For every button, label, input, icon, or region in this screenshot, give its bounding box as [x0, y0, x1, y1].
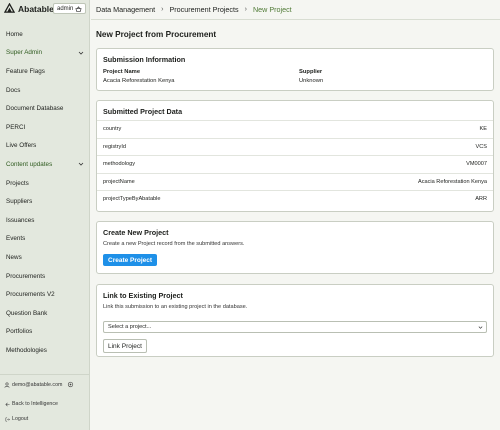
sidebar-item-events[interactable]: Events	[0, 230, 90, 249]
page-title: New Project from Procurement	[96, 30, 217, 39]
submission-info-card: Submission Information Project Name Acac…	[96, 48, 494, 91]
breadcrumb-data-management[interactable]: Data Management	[96, 5, 155, 14]
user-email: demo@abatable.com	[12, 381, 63, 388]
sidebar-item-label: Methodologies	[6, 346, 47, 354]
sidebar-item-news[interactable]: News	[0, 248, 90, 267]
sidebar-item-label: Home	[6, 30, 23, 38]
user-row: demo@abatable.com	[4, 381, 74, 388]
breadcrumb-procurement-projects[interactable]: Procurement Projects	[169, 5, 238, 14]
field-key: projectTypeByAbatable	[103, 196, 161, 202]
back-to-intelligence-link[interactable]: Back to Intelligence	[5, 401, 58, 407]
table-row: country KE	[97, 120, 493, 138]
sidebar-item-question-bank[interactable]: Question Bank	[0, 304, 90, 323]
chevron-down-icon	[78, 51, 84, 55]
field-value: Acacia Reforestation Kenya	[417, 178, 487, 185]
sidebar-item-label: Portfolios	[6, 328, 33, 336]
link-project-card: Link to Existing Project Link this submi…	[96, 284, 494, 357]
create-project-title: Create New Project	[103, 228, 169, 237]
link-project-description: Link this submission to an existing proj…	[103, 304, 248, 310]
field-value: ARR	[475, 196, 487, 202]
project-name-label: Project Name	[103, 69, 141, 75]
settings-icon[interactable]	[67, 381, 74, 388]
sidebar-item-label: PERCI	[6, 123, 26, 131]
chevron-right-icon: ›	[161, 6, 164, 13]
sidebar-item-label: News	[6, 253, 22, 261]
topbar: Data Management › Procurement Projects ›…	[91, 0, 500, 20]
sidebar-item-live-offers[interactable]: Live Offers	[0, 137, 90, 156]
sidebar-item-suppliers[interactable]: Suppliers	[0, 192, 90, 211]
sidebar-item-home[interactable]: Home	[0, 25, 90, 44]
back-label: Back to Intelligence	[12, 401, 58, 407]
table-row: projectTypeByAbatable ARR	[97, 190, 493, 208]
sidebar-item-label: Docs	[6, 86, 21, 94]
user-icon	[4, 381, 10, 388]
project-select[interactable]: Select a project...	[103, 321, 487, 333]
sidebar-item-label: Question Bank	[6, 309, 48, 317]
sidebar: Abatable admin Home Super Admin Feature …	[0, 0, 90, 430]
create-project-button[interactable]: Create Project	[103, 254, 158, 266]
sidebar-item-label: Procurements	[6, 272, 46, 280]
field-value: VM0007	[466, 161, 487, 167]
logout-label: Logout	[12, 416, 29, 422]
submission-info-title: Submission Information	[103, 55, 186, 64]
supplier-label: Supplier	[299, 69, 323, 75]
supplier-value: Unknown	[299, 78, 324, 84]
sidebar-nav: Home Super Admin Feature Flags Docs Docu…	[0, 25, 90, 360]
env-badge[interactable]: admin	[53, 3, 87, 14]
sidebar-item-issuances[interactable]: Issuances	[0, 211, 90, 230]
sidebar-item-portfolios[interactable]: Portfolios	[0, 323, 90, 342]
sidebar-item-methodologies[interactable]: Methodologies	[0, 341, 90, 360]
env-label: admin	[57, 5, 74, 12]
table-row: methodology VM0007	[97, 155, 493, 173]
arrow-left-icon	[5, 402, 10, 406]
logout-icon	[5, 417, 10, 421]
sidebar-item-feature-flags[interactable]: Feature Flags	[0, 62, 90, 81]
sidebar-item-label: Projects	[6, 179, 29, 187]
create-project-description: Create a new Project record from the sub…	[103, 241, 245, 247]
submitted-data-card: Submitted Project Data country KE regist…	[96, 100, 494, 212]
field-value: KE	[479, 126, 487, 132]
sidebar-item-procurements[interactable]: Procurements	[0, 267, 90, 286]
sidebar-item-label: Live Offers	[6, 142, 37, 150]
field-key: methodology	[103, 161, 136, 167]
field-value: VCS	[475, 143, 487, 150]
basket-icon	[75, 5, 82, 12]
breadcrumb-new-project: New Project	[252, 5, 292, 14]
project-select-value: Select a project...	[108, 324, 152, 330]
sidebar-item-label: Feature Flags	[6, 67, 45, 75]
sidebar-item-label: Issuances	[6, 216, 35, 224]
table-row: registryId VCS	[97, 137, 493, 156]
sidebar-item-label: Procurements V2	[6, 291, 55, 299]
breadcrumb: Data Management › Procurement Projects ›…	[96, 5, 292, 14]
sidebar-item-content-updates[interactable]: Content updates	[0, 155, 90, 174]
sidebar-item-document-database[interactable]: Document Database	[0, 99, 90, 118]
sidebar-item-label: Content updates	[6, 160, 53, 168]
chevron-down-icon	[78, 162, 84, 166]
sidebar-item-label: Suppliers	[6, 198, 33, 206]
logout-link[interactable]: Logout	[5, 416, 28, 422]
abatable-logo-icon	[4, 3, 15, 13]
project-name-value: Acacia Reforestation Kenya	[103, 78, 175, 84]
sidebar-footer: demo@abatable.com Back to Intelligence L…	[0, 374, 90, 422]
submitted-data-title: Submitted Project Data	[103, 107, 183, 116]
field-key: projectName	[103, 178, 135, 185]
field-key: country	[103, 126, 122, 132]
link-project-button[interactable]: Link Project	[103, 339, 147, 353]
chevron-down-icon	[478, 326, 483, 329]
field-key: registryId	[103, 143, 127, 150]
sidebar-item-label: Events	[6, 235, 26, 243]
sidebar-item-docs[interactable]: Docs	[0, 81, 90, 100]
sidebar-item-perci[interactable]: PERCI	[0, 118, 90, 137]
sidebar-item-super-admin[interactable]: Super Admin	[0, 44, 90, 63]
link-project-title: Link to Existing Project	[103, 291, 183, 300]
sidebar-item-procurements-v2[interactable]: Procurements V2	[0, 285, 90, 304]
create-project-card: Create New Project Create a new Project …	[96, 221, 494, 274]
sidebar-item-projects[interactable]: Projects	[0, 174, 90, 193]
brand-name: Abatable	[18, 3, 54, 14]
sidebar-item-label: Document Database	[6, 105, 64, 113]
sidebar-item-label: Super Admin	[6, 49, 43, 57]
brand[interactable]: Abatable	[4, 3, 54, 14]
table-row: projectName Acacia Reforestation Kenya	[97, 172, 493, 191]
chevron-right-icon: ›	[244, 6, 247, 13]
